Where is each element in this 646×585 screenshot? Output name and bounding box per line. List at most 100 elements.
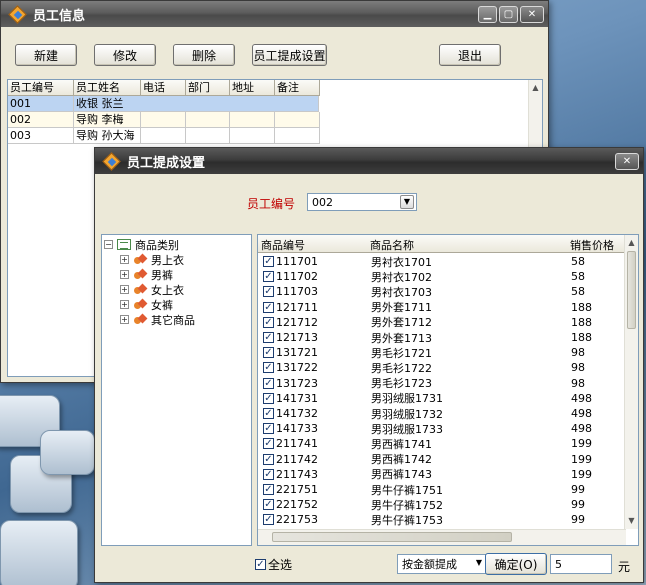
table-row[interactable]: 001 收银 张兰 [8,96,542,112]
table-row[interactable]: 002 导购 李梅 [8,112,542,128]
scroll-down-icon[interactable]: ▼ [625,515,638,527]
category-icon [133,269,147,280]
row-checkbox[interactable]: ✓ [263,301,274,313]
table-row[interactable]: ✓ 221751 男牛仔裤1751 99 [258,482,585,497]
table-row[interactable]: ✓ 131722 男毛衫1722 98 [258,360,585,375]
category-tree[interactable]: − 商品类别 + 男上衣 + 男裤 + 女上衣 + 女裤 + 其它商品 [101,234,252,546]
col-header-name[interactable]: 商品名称 [370,237,414,253]
col-header-dept[interactable]: 部门 [186,80,230,96]
commission-amount-input[interactable]: 5 [550,554,612,574]
table-row[interactable]: ✓ 131721 男毛衫1721 98 [258,345,585,360]
table-row[interactable]: ✓ 111701 男衬衣1701 58 [258,254,585,269]
table-row[interactable]: ✓ 131723 男毛衫1723 98 [258,376,585,391]
row-checkbox[interactable]: ✓ [263,377,274,389]
close-icon[interactable]: ✕ [615,152,639,170]
row-checkbox[interactable]: ✓ [263,316,274,328]
col-header-id[interactable]: 员工编号 [8,80,74,96]
cell-code: 121713 [276,331,318,345]
table-row[interactable]: ✓ 211743 男西裤1743 199 [258,467,592,482]
cell-price: 58 [571,270,585,284]
employee-info-titlebar[interactable]: 员工信息 ▁ ▢ ✕ [1,1,548,27]
table-row[interactable]: ✓ 121712 男外套1712 188 [258,315,592,330]
table-row[interactable]: ✓ 221752 男牛仔裤1752 99 [258,497,585,512]
select-all-label: 全选 [268,558,293,572]
row-checkbox[interactable]: ✓ [263,408,274,420]
product-table-hscrollbar[interactable] [258,529,626,545]
row-checkbox[interactable]: ✓ [263,256,274,268]
table-row[interactable]: ✓ 141731 男羽绒服1731 498 [258,391,592,406]
category-icon [133,314,147,325]
table-row[interactable]: ✓ 221753 男牛仔裤1753 99 [258,512,585,527]
table-row[interactable]: ✓ 121713 男外套1713 188 [258,330,592,345]
table-row[interactable]: ✓ 211742 男西裤1742 199 [258,452,592,467]
col-header-name[interactable]: 员工姓名 [74,80,141,96]
row-checkbox[interactable]: ✓ [263,468,274,480]
tree-node-men-pants[interactable]: + 男裤 [120,267,173,282]
commission-settings-button[interactable]: 员工提成设置 [252,44,327,66]
col-header-note[interactable]: 备注 [275,80,320,96]
new-button[interactable]: 新建 [15,44,77,66]
table-row[interactable]: ✓ 141733 男羽绒服1733 498 [258,421,592,436]
table-row[interactable]: ✓ 141732 男羽绒服1732 498 [258,406,592,421]
col-header-code[interactable]: 商品编号 [261,237,305,253]
product-table-vscrollbar[interactable]: ▲ ▼ [624,235,638,529]
row-checkbox[interactable]: ✓ [263,499,274,511]
commission-dialog-titlebar[interactable]: 员工提成设置 ✕ [95,148,643,174]
tree-node-men-tops[interactable]: + 男上衣 [120,252,184,267]
row-checkbox[interactable]: ✓ [263,362,274,374]
maximize-icon[interactable]: ▢ [499,5,518,23]
row-checkbox[interactable]: ✓ [263,423,274,435]
tree-node-root[interactable]: − 商品类别 [104,237,179,252]
commission-mode-select[interactable]: 按金额提成 ▼ [397,554,487,574]
table-row[interactable]: ✓ 121711 男外套1711 188 [258,300,592,315]
scroll-thumb[interactable] [627,251,636,329]
select-all-checkbox[interactable]: ✓ 全选 [255,556,292,573]
chevron-down-icon[interactable]: ▼ [400,195,414,209]
row-checkbox[interactable]: ✓ [263,392,274,404]
row-checkbox[interactable]: ✓ [263,347,274,359]
col-header-address[interactable]: 地址 [230,80,275,96]
minimize-icon[interactable]: ▁ [478,5,497,23]
row-checkbox[interactable]: ✓ [263,453,274,465]
cell-name: 男羽绒服1732 [371,407,443,421]
cell-code: 211742 [276,452,318,466]
edit-button[interactable]: 修改 [94,44,156,66]
tree-node-label: 商品类别 [135,238,179,252]
table-row[interactable]: ✓ 111703 男衬衣1703 58 [258,284,585,299]
chevron-down-icon[interactable]: ▼ [476,558,482,567]
expand-icon[interactable]: + [120,285,129,294]
expand-icon[interactable]: + [120,255,129,264]
table-row[interactable]: 003 导购 孙大海 [8,128,542,144]
close-icon[interactable]: ✕ [520,5,544,23]
employee-id-select[interactable]: 002 ▼ [307,193,417,211]
ok-button[interactable]: 确定(O) [485,553,547,575]
exit-button[interactable]: 退出 [439,44,501,66]
tree-node-other[interactable]: + 其它商品 [120,312,195,327]
row-checkbox[interactable]: ✓ [263,484,274,496]
check-icon[interactable]: ✓ [255,559,266,570]
collapse-icon[interactable]: − [104,240,113,249]
expand-icon[interactable]: + [120,300,129,309]
scroll-thumb[interactable] [272,532,512,542]
commission-dialog: 员工提成设置 ✕ 员工编号 002 ▼ − 商品类别 + 男上衣 + 男裤 + … [94,147,644,583]
row-checkbox[interactable]: ✓ [263,271,274,283]
col-header-phone[interactable]: 电话 [141,80,186,96]
product-table[interactable]: 商品编号 商品名称 销售价格 ✓ 111701 男衬衣1701 58 ✓ 111702 男衬… [257,234,639,546]
delete-button[interactable]: 删除 [173,44,235,66]
row-checkbox[interactable]: ✓ [263,286,274,298]
tree-node-women-tops[interactable]: + 女上衣 [120,282,184,297]
expand-icon[interactable]: + [120,315,129,324]
col-header-price[interactable]: 销售价格 [570,237,614,253]
table-row[interactable]: ✓ 211741 男西裤1741 199 [258,436,592,451]
tree-node-label: 其它商品 [151,313,195,327]
expand-icon[interactable]: + [120,270,129,279]
cell-price: 99 [571,513,585,527]
row-checkbox[interactable]: ✓ [263,332,274,344]
scroll-up-icon[interactable]: ▲ [529,82,542,94]
cell-name: 收银 张兰 [74,96,319,112]
scroll-up-icon[interactable]: ▲ [625,237,638,249]
table-row[interactable]: ✓ 111702 男衬衣1702 58 [258,269,585,284]
tree-node-women-pants[interactable]: + 女裤 [120,297,173,312]
row-checkbox[interactable]: ✓ [263,438,274,450]
row-checkbox[interactable]: ✓ [263,514,274,526]
